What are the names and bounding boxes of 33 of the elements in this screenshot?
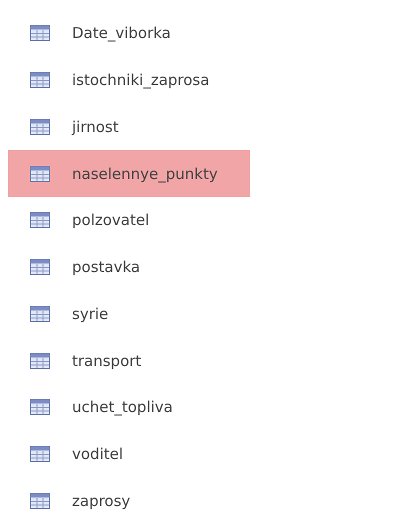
table-icon (30, 399, 50, 416)
table-icon (30, 25, 50, 42)
table-list-item[interactable]: uchet_topliva (8, 384, 250, 431)
table-name: transport (72, 352, 142, 370)
table-icon (30, 72, 50, 88)
table-icon (30, 212, 50, 228)
table-icon (30, 492, 50, 509)
table-icon (30, 259, 50, 276)
table-list-item[interactable]: jirnost (8, 103, 250, 150)
table-list-item[interactable]: naselennye_punkty (8, 150, 250, 197)
table-name: jirnost (72, 118, 119, 136)
table-name: naselennye_punkty (72, 164, 218, 183)
table-name: syrie (72, 304, 108, 323)
table-name: Date_viborka (72, 24, 171, 42)
table-list-item[interactable]: syrie (8, 290, 250, 338)
table-list-item[interactable]: istochniki_zaprosa (8, 56, 250, 104)
table-name: zaprosy (72, 492, 130, 510)
table-list-item[interactable]: zaprosy (8, 477, 250, 524)
table-list-item[interactable]: Date_viborka (8, 10, 250, 57)
table-name: postavka (72, 258, 140, 276)
table-icon (30, 306, 50, 322)
table-list-item[interactable]: polzovatel (8, 196, 250, 244)
table-list-item[interactable]: voditel (8, 430, 250, 478)
table-icon (30, 352, 50, 368)
table-icon (30, 118, 50, 135)
table-name: voditel (72, 444, 124, 463)
table-list-item[interactable]: transport (8, 337, 250, 384)
table-icon (30, 166, 50, 182)
table-name: polzovatel (72, 211, 150, 230)
table-name: uchet_topliva (72, 398, 173, 416)
table-list-item[interactable]: postavka (8, 244, 250, 290)
table-name: istochniki_zaprosa (72, 71, 210, 90)
table-icon (30, 446, 50, 462)
